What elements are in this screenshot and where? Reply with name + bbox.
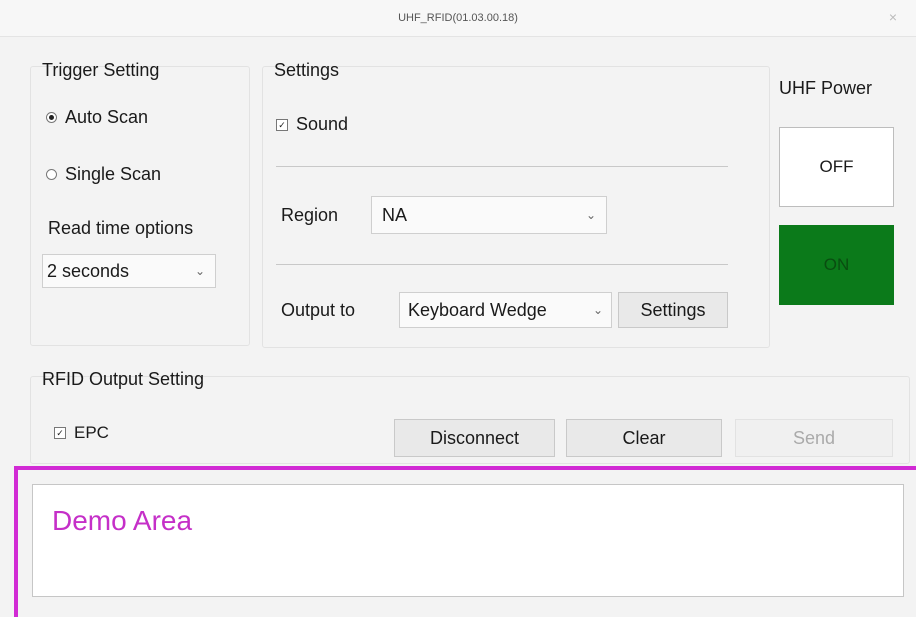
settings-divider-1 <box>276 166 728 167</box>
send-button[interactable]: Send <box>735 419 893 457</box>
auto-scan-radio[interactable]: Auto Scan <box>46 107 148 128</box>
epc-checkbox[interactable]: ✓ EPC <box>54 423 109 443</box>
sound-label: Sound <box>296 114 349 134</box>
clear-button[interactable]: Clear <box>566 419 722 457</box>
settings-divider-2 <box>276 264 728 265</box>
output-to-label: Output to <box>281 300 356 320</box>
auto-scan-label: Auto Scan <box>65 107 149 127</box>
region-select[interactable]: NA ⌄ <box>371 196 607 234</box>
power-off-button[interactable]: OFF <box>779 127 894 207</box>
disconnect-button[interactable]: Disconnect <box>394 419 555 457</box>
rfid-output-label: RFID Output Setting <box>42 369 205 389</box>
close-icon[interactable]: × <box>880 6 906 28</box>
read-time-value: 2 seconds <box>47 260 130 281</box>
region-label: Region <box>281 205 339 225</box>
output-settings-button[interactable]: Settings <box>618 292 728 328</box>
read-time-select[interactable]: 2 seconds ⌄ <box>42 254 216 288</box>
demo-area-label: Demo Area <box>52 505 193 536</box>
single-scan-label: Single Scan <box>65 164 162 184</box>
chevron-down-icon: ⌄ <box>592 303 603 317</box>
region-value: NA <box>382 204 408 225</box>
settings-label: Settings <box>274 60 340 80</box>
uhf-power-label: UHF Power <box>779 78 873 98</box>
single-scan-radio-icon <box>46 169 57 180</box>
single-scan-radio[interactable]: Single Scan <box>46 164 161 185</box>
demo-area-box <box>32 484 904 597</box>
output-select[interactable]: Keyboard Wedge ⌄ <box>399 292 612 328</box>
chevron-down-icon: ⌄ <box>585 208 596 222</box>
chevron-down-icon: ⌄ <box>194 264 205 278</box>
auto-scan-radio-icon <box>46 112 57 123</box>
output-value: Keyboard Wedge <box>408 299 547 320</box>
read-time-label: Read time options <box>48 218 194 238</box>
trigger-setting-label: Trigger Setting <box>42 60 160 80</box>
power-on-button[interactable]: ON <box>779 225 894 305</box>
epc-check-icon: ✓ <box>54 427 66 439</box>
window-title: UHF_RFID(01.03.00.18) <box>398 12 518 24</box>
sound-checkbox[interactable]: ✓ Sound <box>276 114 348 135</box>
sound-check-icon: ✓ <box>276 118 288 131</box>
epc-label: EPC <box>74 423 109 442</box>
